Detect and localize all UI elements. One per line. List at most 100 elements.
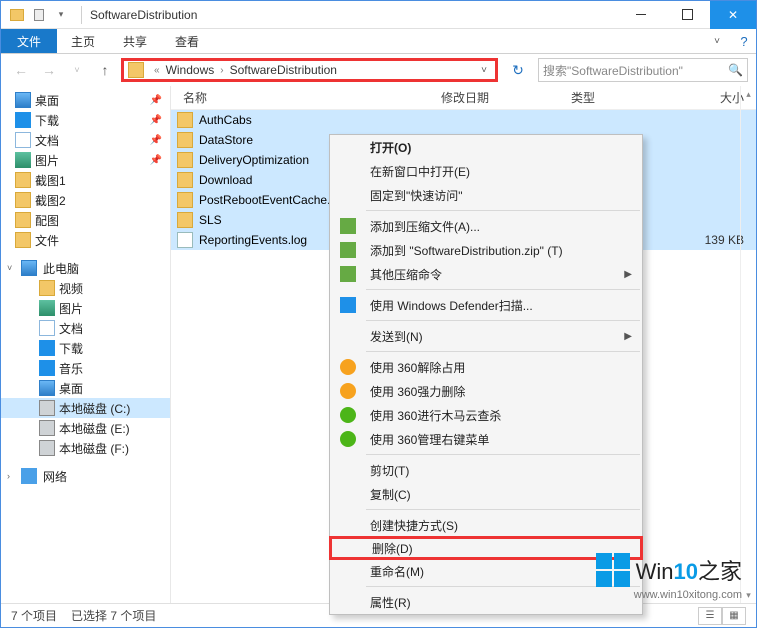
address-bar[interactable]: « Windows › SoftwareDistribution ˅ (121, 58, 498, 82)
file-row[interactable]: AuthCabs (171, 110, 756, 130)
expand-icon[interactable]: ˅ (7, 263, 12, 273)
sidebar-label: 音乐 (59, 360, 83, 377)
pc-icon (21, 260, 37, 276)
chevron-right-icon[interactable]: › (216, 65, 227, 76)
ctx-other-compress[interactable]: 其他压缩命令▶ (330, 262, 642, 286)
ribbon-view-tab[interactable]: 查看 (161, 29, 213, 53)
sidebar-item[interactable]: 视频 (1, 278, 170, 298)
ctx-360-trojan-scan[interactable]: 使用 360进行木马云查杀 (330, 403, 642, 427)
sidebar-item[interactable]: 截图1 (1, 170, 170, 190)
dropdown-icon[interactable]: ▾ (53, 7, 69, 23)
pin-icon: 📌 (150, 135, 162, 146)
sidebar-network[interactable]: › 网络 (1, 466, 170, 486)
ctx-360-force-delete[interactable]: 使用 360强力删除 (330, 379, 642, 403)
icons-view-button[interactable]: ▦ (722, 607, 746, 625)
sidebar-label: 截图1 (35, 172, 66, 189)
sidebar-item[interactable]: 音乐 (1, 358, 170, 378)
sidebar-label: 图片 (59, 300, 83, 317)
pin-icon: 📌 (150, 95, 162, 106)
search-icon[interactable]: 🔍 (728, 63, 743, 77)
sidebar-item[interactable]: 截图2 (1, 190, 170, 210)
folder-icon (177, 172, 193, 188)
sidebar-item[interactable]: 本地磁盘 (C:) (1, 398, 170, 418)
monitor-icon (39, 380, 55, 396)
sidebar-label: 桌面 (35, 92, 59, 109)
column-type[interactable]: 类型 (559, 89, 669, 106)
search-input[interactable]: 搜索"SoftwareDistribution" 🔍 (538, 58, 748, 82)
recent-dropdown-icon[interactable]: ˅ (65, 58, 89, 82)
submenu-arrow-icon: ▶ (624, 331, 642, 342)
sidebar-item[interactable]: 图片 (1, 298, 170, 318)
sidebar-item[interactable]: 桌面 📌 (1, 90, 170, 110)
ribbon-expand-icon[interactable]: ˅ (702, 29, 732, 53)
ctx-open[interactable]: 打开(O) (330, 135, 642, 159)
column-date[interactable]: 修改日期 (429, 89, 559, 106)
sidebar-item[interactable]: 图片📌 (1, 150, 170, 170)
back-button[interactable]: ← (9, 58, 33, 82)
close-button[interactable] (710, 1, 756, 29)
sidebar-label: 桌面 (59, 380, 83, 397)
context-menu: 打开(O) 在新窗口中打开(E) 固定到"快速访问" 添加到压缩文件(A)...… (329, 134, 643, 615)
sidebar-item[interactable]: 下载 (1, 338, 170, 358)
sidebar-label: 此电脑 (43, 260, 79, 277)
ribbon-file-tab[interactable]: 文件 (1, 29, 57, 53)
sidebar-item[interactable]: 文档📌 (1, 130, 170, 150)
watermark: Win10之家 www.win10xitong.com (596, 553, 742, 601)
ctx-send-to[interactable]: 发送到(N)▶ (330, 324, 642, 348)
doc-icon (39, 320, 55, 336)
sidebar-item[interactable]: 文档 (1, 318, 170, 338)
folder-icon (177, 212, 193, 228)
ctx-360-unlock[interactable]: 使用 360解除占用 (330, 355, 642, 379)
sidebar-label: 截图2 (35, 192, 66, 209)
ctx-360-menu-manage[interactable]: 使用 360管理右键菜单 (330, 427, 642, 451)
folder-icon (128, 62, 144, 78)
ribbon-home-tab[interactable]: 主页 (57, 29, 109, 53)
vertical-scrollbar[interactable]: ▴ ▾ (740, 86, 756, 603)
column-name[interactable]: 名称 (171, 89, 429, 106)
sidebar-item[interactable]: 桌面 (1, 378, 170, 398)
shield-icon (340, 297, 356, 313)
details-view-button[interactable]: ☰ (698, 607, 722, 625)
window-title: SoftwareDistribution (88, 8, 197, 22)
ctx-add-archive[interactable]: 添加到压缩文件(A)... (330, 214, 642, 238)
pin-icon[interactable] (31, 7, 47, 23)
disk-icon (39, 440, 55, 456)
status-selection: 已选择 7 个项目 (71, 607, 156, 624)
sidebar-item[interactable]: 配图 (1, 210, 170, 230)
zip-icon (340, 242, 356, 258)
sidebar-item[interactable]: 文件 (1, 230, 170, 250)
ctx-cut[interactable]: 剪切(T) (330, 458, 642, 482)
ribbon: 文件 主页 共享 查看 ˅ ? (1, 29, 756, 54)
ctx-defender-scan[interactable]: 使用 Windows Defender扫描... (330, 293, 642, 317)
maximize-button[interactable] (664, 1, 710, 29)
forward-button[interactable]: → (37, 58, 61, 82)
help-icon[interactable]: ? (732, 29, 756, 53)
sidebar-item[interactable]: 本地磁盘 (F:) (1, 438, 170, 458)
ctx-open-new-window[interactable]: 在新窗口中打开(E) (330, 159, 642, 183)
breadcrumb-seg[interactable]: Windows (164, 63, 217, 77)
scroll-up-icon[interactable]: ▴ (741, 86, 756, 102)
refresh-button[interactable]: ↻ (506, 58, 530, 82)
sidebar-this-pc[interactable]: ˅ 此电脑 (1, 258, 170, 278)
folder-icon (177, 112, 193, 128)
ribbon-share-tab[interactable]: 共享 (109, 29, 161, 53)
up-button[interactable]: ↑ (93, 58, 117, 82)
sidebar-label: 文档 (59, 320, 83, 337)
ctx-create-shortcut[interactable]: 创建快捷方式(S) (330, 513, 642, 537)
sidebar-item[interactable]: 本地磁盘 (E:) (1, 418, 170, 438)
expand-icon[interactable]: › (7, 471, 10, 481)
breadcrumb-seg[interactable]: SoftwareDistribution (228, 63, 339, 77)
360-icon (340, 383, 356, 399)
ctx-add-zip[interactable]: 添加到 "SoftwareDistribution.zip" (T) (330, 238, 642, 262)
ctx-copy[interactable]: 复制(C) (330, 482, 642, 506)
status-item-count: 7 个项目 (11, 607, 57, 624)
window-controls (618, 1, 756, 29)
sidebar-item[interactable]: 下载📌 (1, 110, 170, 130)
chevron-right-icon[interactable]: « (150, 65, 164, 76)
scroll-down-icon[interactable]: ▾ (741, 587, 756, 603)
minimize-button[interactable] (618, 1, 664, 29)
archive-icon (340, 218, 356, 234)
address-dropdown-icon[interactable]: ˅ (477, 65, 491, 76)
music-icon (39, 360, 55, 376)
ctx-pin-quick-access[interactable]: 固定到"快速访问" (330, 183, 642, 207)
